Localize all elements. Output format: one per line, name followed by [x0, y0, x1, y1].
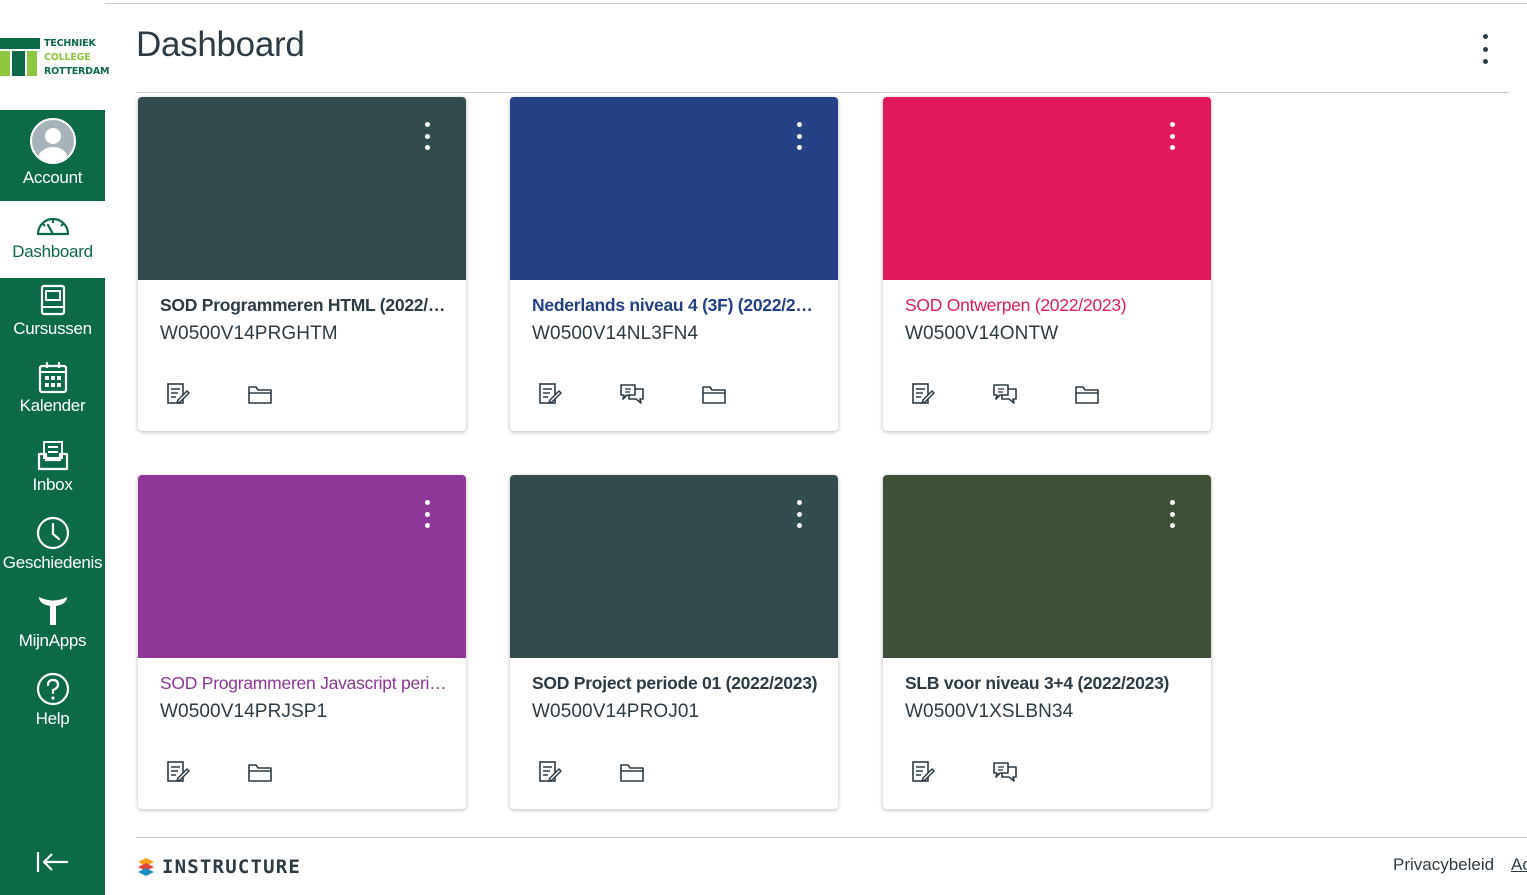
card-options-button[interactable]	[417, 500, 437, 528]
instructure-wordmark: INSTRUCTURE	[162, 856, 302, 878]
card-options-button[interactable]	[1162, 500, 1182, 528]
assignments-icon[interactable]	[910, 760, 936, 784]
nav-item-calendar[interactable]: Kalender	[0, 361, 105, 435]
folder-icon[interactable]	[619, 760, 645, 784]
avatar-icon	[29, 118, 76, 164]
page-title: Dashboard	[136, 25, 305, 64]
school-logo[interactable]: TECHNIEK COLLEGE ROTTERDAM	[0, 0, 109, 110]
course-title[interactable]: Nederlands niveau 4 (3F) (2022/2023)	[532, 295, 822, 316]
vertical-ellipsis-icon	[796, 500, 802, 505]
vertical-ellipsis-icon	[796, 122, 802, 127]
course-code: W0500V14PRGHTM	[160, 323, 338, 344]
footer-divider	[136, 837, 1527, 838]
assignments-icon[interactable]	[537, 760, 563, 784]
nav-label-account: Account	[22, 168, 83, 187]
course-code: W0500V1XSLBN34	[905, 701, 1074, 722]
discussions-icon[interactable]	[619, 382, 645, 406]
nav-label-history: Geschiedenis	[2, 553, 103, 572]
nav-label-help: Help	[35, 709, 70, 728]
collapse-nav-icon	[36, 852, 68, 872]
course-card[interactable]: Nederlands niveau 4 (3F) (2022/2023) W05…	[510, 97, 838, 431]
course-card[interactable]: SOD Ontwerpen (2022/2023) W0500V14ONTW	[883, 97, 1211, 431]
discussions-icon[interactable]	[992, 760, 1018, 784]
vertical-ellipsis-icon	[1169, 500, 1175, 505]
course-title[interactable]: SOD Ontwerpen (2022/2023)	[905, 295, 1195, 316]
nav-item-dashboard[interactable]: Dashboard	[0, 201, 105, 278]
privacy-policy-link[interactable]: Privacybeleid	[1393, 855, 1494, 875]
folder-icon[interactable]	[701, 382, 727, 406]
vertical-ellipsis-icon	[1169, 122, 1175, 127]
inbox-icon	[37, 441, 68, 471]
card-options-button[interactable]	[789, 500, 809, 528]
logo-mark-icon	[0, 38, 40, 76]
discussions-icon[interactable]	[992, 382, 1018, 406]
instructure-mark-icon	[138, 858, 154, 876]
course-title[interactable]: SOD Programmeren HTML (2022/2023)	[160, 295, 450, 316]
logo-line-1: TECHNIEK	[44, 38, 96, 49]
card-options-button[interactable]	[1162, 122, 1182, 150]
acceptable-use-link[interactable]: Ac	[1511, 855, 1527, 875]
course-card[interactable]: SLB voor niveau 3+4 (2022/2023) W0500V1X…	[883, 475, 1211, 809]
assignments-icon[interactable]	[910, 382, 936, 406]
course-title[interactable]: SOD Programmeren Javascript periode 01 (…	[160, 673, 450, 694]
header-divider	[136, 92, 1509, 93]
card-options-button[interactable]	[789, 122, 809, 150]
nav-item-inbox[interactable]: Inbox	[0, 440, 105, 512]
help-icon	[36, 672, 69, 706]
nav-item-account[interactable]: Account	[0, 110, 105, 200]
folder-icon[interactable]	[1074, 382, 1100, 406]
course-code: W0500V14PRJSP1	[160, 701, 328, 722]
vertical-ellipsis-icon	[1482, 34, 1488, 39]
nav-label-calendar: Kalender	[19, 396, 86, 415]
nav-item-courses[interactable]: Cursussen	[0, 284, 105, 356]
course-code: W0500V14NL3FN4	[532, 323, 699, 344]
global-navigation: TECHNIEK COLLEGE ROTTERDAM Account Dashb…	[0, 0, 109, 895]
top-border	[105, 3, 1527, 4]
course-code: W0500V14ONTW	[905, 323, 1059, 344]
nav-label-courses: Cursussen	[13, 319, 92, 338]
course-card[interactable]: SOD Project periode 01 (2022/2023) W0500…	[510, 475, 838, 809]
assignments-icon[interactable]	[165, 382, 191, 406]
vertical-ellipsis-icon	[424, 500, 430, 505]
course-card[interactable]: SOD Programmeren Javascript periode 01 (…	[138, 475, 466, 809]
assignments-icon[interactable]	[165, 760, 191, 784]
nav-item-history[interactable]: Geschiedenis	[0, 516, 105, 590]
nav-item-help[interactable]: Help	[0, 672, 105, 746]
logo-text: TECHNIEK COLLEGE ROTTERDAM	[44, 37, 109, 79]
logo-line-2: COLLEGE	[44, 52, 91, 63]
course-title[interactable]: SLB voor niveau 3+4 (2022/2023)	[905, 673, 1195, 694]
dashboard-options-button[interactable]	[1473, 34, 1497, 64]
folder-icon[interactable]	[247, 760, 273, 784]
card-options-button[interactable]	[417, 122, 437, 150]
assignments-icon[interactable]	[537, 382, 563, 406]
nav-label-dashboard: Dashboard	[12, 242, 93, 261]
dashboard-icon	[36, 217, 69, 236]
calendar-icon	[38, 362, 67, 394]
course-code: W0500V14PROJ01	[532, 701, 700, 722]
nav-label-inbox: Inbox	[32, 475, 73, 494]
apps-icon	[38, 597, 67, 625]
courses-icon	[40, 284, 65, 316]
nav-label-apps: MijnApps	[18, 631, 87, 650]
folder-icon[interactable]	[247, 382, 273, 406]
course-title[interactable]: SOD Project periode 01 (2022/2023)	[532, 673, 822, 694]
history-icon	[36, 516, 69, 550]
collapse-nav-button[interactable]	[0, 850, 105, 880]
nav-item-apps[interactable]: MijnApps	[0, 594, 105, 668]
vertical-ellipsis-icon	[424, 122, 430, 127]
course-card[interactable]: SOD Programmeren HTML (2022/2023) W0500V…	[138, 97, 466, 431]
logo-line-3: ROTTERDAM	[44, 66, 110, 77]
